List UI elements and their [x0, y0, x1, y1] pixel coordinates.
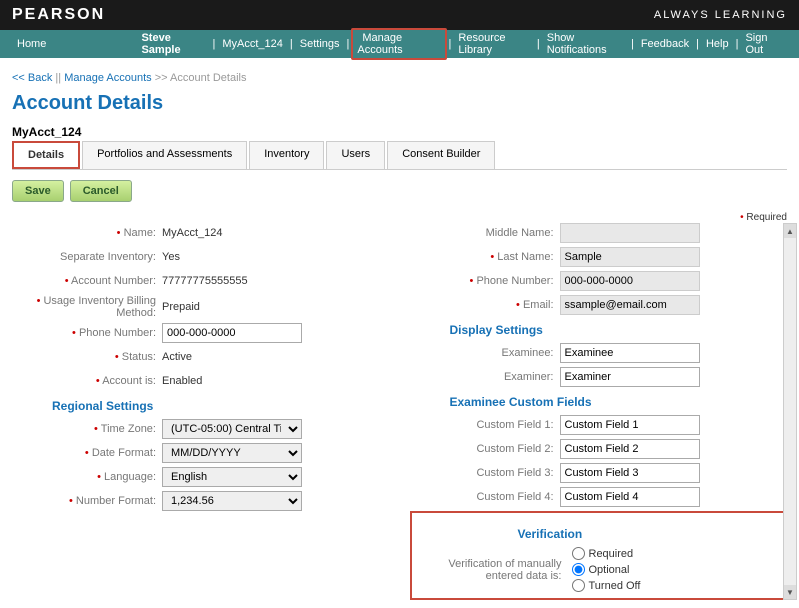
nav-signout[interactable]: Sign Out	[745, 32, 782, 56]
tab-inventory[interactable]: Inventory	[249, 141, 324, 169]
cf1-input[interactable]	[560, 415, 700, 435]
cf4-input[interactable]	[560, 487, 700, 507]
email-input[interactable]	[560, 295, 700, 315]
billing-label: Usage Inventory Billing Method:	[12, 295, 162, 319]
examinee-label: Examinee:	[410, 347, 560, 359]
language-select[interactable]: English	[162, 467, 302, 487]
nav-home[interactable]: Home	[17, 38, 136, 50]
numberformat-label: Number Format:	[12, 495, 162, 507]
account-name-header: MyAcct_124	[12, 125, 787, 139]
regional-settings-header: Regional Settings	[12, 399, 390, 413]
breadcrumb-current: Account Details	[170, 72, 246, 84]
acct-num-label: Account Number:	[12, 275, 162, 287]
timezone-label: Time Zone:	[12, 423, 162, 435]
examiner-label: Examiner:	[410, 371, 560, 383]
acct-is-value: Enabled	[162, 375, 202, 387]
lastname-label: Last Name:	[410, 251, 560, 263]
verification-optional[interactable]: Optional	[572, 563, 641, 576]
required-note: Required	[12, 212, 787, 223]
nav-resource[interactable]: Resource Library	[458, 32, 529, 56]
tabs: Details Portfolios and Assessments Inven…	[12, 141, 787, 170]
breadcrumb-sep: >>	[155, 72, 168, 84]
brand-logo: PEARSON	[12, 6, 105, 24]
middlename-label: Middle Name:	[410, 227, 560, 239]
dateformat-label: Date Format:	[12, 447, 162, 459]
radio-optional[interactable]	[572, 563, 585, 576]
topbar: PEARSON ALWAYS LEARNING	[0, 0, 799, 30]
verification-label: Verification of manually entered data is…	[418, 558, 568, 582]
name-value: MyAcct_124	[162, 227, 223, 239]
right-column: Middle Name: Last Name: Phone Number: Em…	[410, 223, 788, 600]
phone2-input[interactable]	[560, 271, 700, 291]
radio-turnedoff[interactable]	[572, 579, 585, 592]
name-label: Name:	[12, 227, 162, 239]
action-buttons: Save Cancel	[12, 180, 787, 202]
examiner-input[interactable]	[560, 367, 700, 387]
lastname-input[interactable]	[560, 247, 700, 267]
phone-input[interactable]	[162, 323, 302, 343]
billing-value: Prepaid	[162, 301, 200, 313]
navbar: Home Steve Sample | MyAcct_124 | Setting…	[0, 30, 799, 58]
verification-radio-group: Required Optional Turned Off	[572, 547, 641, 592]
tab-users[interactable]: Users	[326, 141, 385, 169]
nav-manage-accounts-highlight: Manage Accounts	[351, 28, 446, 60]
status-value: Active	[162, 351, 192, 363]
scrollbar[interactable]: ▲ ▼	[783, 223, 797, 600]
numberformat-select[interactable]: 1,234.56	[162, 491, 302, 511]
examinee-input[interactable]	[560, 343, 700, 363]
cf4-label: Custom Field 4:	[410, 491, 560, 503]
verification-turnedoff[interactable]: Turned Off	[572, 579, 641, 592]
language-label: Language:	[12, 471, 162, 483]
left-column: Name:MyAcct_124 Separate Inventory:Yes A…	[12, 223, 390, 600]
phone-label: Phone Number:	[12, 327, 162, 339]
acct-is-label: Account is:	[12, 375, 162, 387]
cf3-label: Custom Field 3:	[410, 467, 560, 479]
display-settings-header: Display Settings	[410, 323, 788, 337]
custom-fields-header: Examinee Custom Fields	[410, 395, 788, 409]
save-button[interactable]: Save	[12, 180, 64, 202]
tab-consent[interactable]: Consent Builder	[387, 141, 495, 169]
form-area: Name:MyAcct_124 Separate Inventory:Yes A…	[12, 223, 787, 600]
email-label: Email:	[410, 299, 560, 311]
nav-user: Steve Sample	[141, 32, 202, 56]
sep-inventory-value: Yes	[162, 251, 180, 263]
breadcrumb-manage[interactable]: Manage Accounts	[64, 72, 151, 84]
sep-inventory-label: Separate Inventory:	[12, 251, 162, 263]
nav-manage-accounts[interactable]: Manage Accounts	[357, 32, 402, 56]
timezone-select[interactable]: (UTC-05:00) Central Tim	[162, 419, 302, 439]
nav-help[interactable]: Help	[706, 38, 729, 50]
tagline: ALWAYS LEARNING	[654, 9, 787, 21]
cancel-button[interactable]: Cancel	[70, 180, 132, 202]
scroll-down-icon[interactable]: ▼	[784, 585, 796, 599]
nav-settings[interactable]: Settings	[300, 38, 340, 50]
nav-feedback[interactable]: Feedback	[641, 38, 689, 50]
verification-required[interactable]: Required	[572, 547, 641, 560]
middlename-input[interactable]	[560, 223, 700, 243]
cf3-input[interactable]	[560, 463, 700, 483]
nav-notifications[interactable]: Show Notifications	[547, 32, 624, 56]
acct-num-value: 77777775555555	[162, 275, 248, 287]
breadcrumb-back[interactable]: << Back	[12, 72, 52, 84]
tab-details[interactable]: Details	[12, 141, 80, 169]
breadcrumb: << Back || Manage Accounts >> Account De…	[12, 72, 787, 84]
content: << Back || Manage Accounts >> Account De…	[0, 58, 799, 608]
cf1-label: Custom Field 1:	[410, 419, 560, 431]
scroll-up-icon[interactable]: ▲	[784, 224, 796, 238]
verification-header: Verification	[418, 527, 780, 541]
status-label: Status:	[12, 351, 162, 363]
nav-myacct[interactable]: MyAcct_124	[222, 38, 283, 50]
page-title: Account Details	[12, 92, 787, 115]
radio-required[interactable]	[572, 547, 585, 560]
cf2-label: Custom Field 2:	[410, 443, 560, 455]
cf2-input[interactable]	[560, 439, 700, 459]
dateformat-select[interactable]: MM/DD/YYYY	[162, 443, 302, 463]
tab-portfolios[interactable]: Portfolios and Assessments	[82, 141, 247, 169]
phone2-label: Phone Number:	[410, 275, 560, 287]
